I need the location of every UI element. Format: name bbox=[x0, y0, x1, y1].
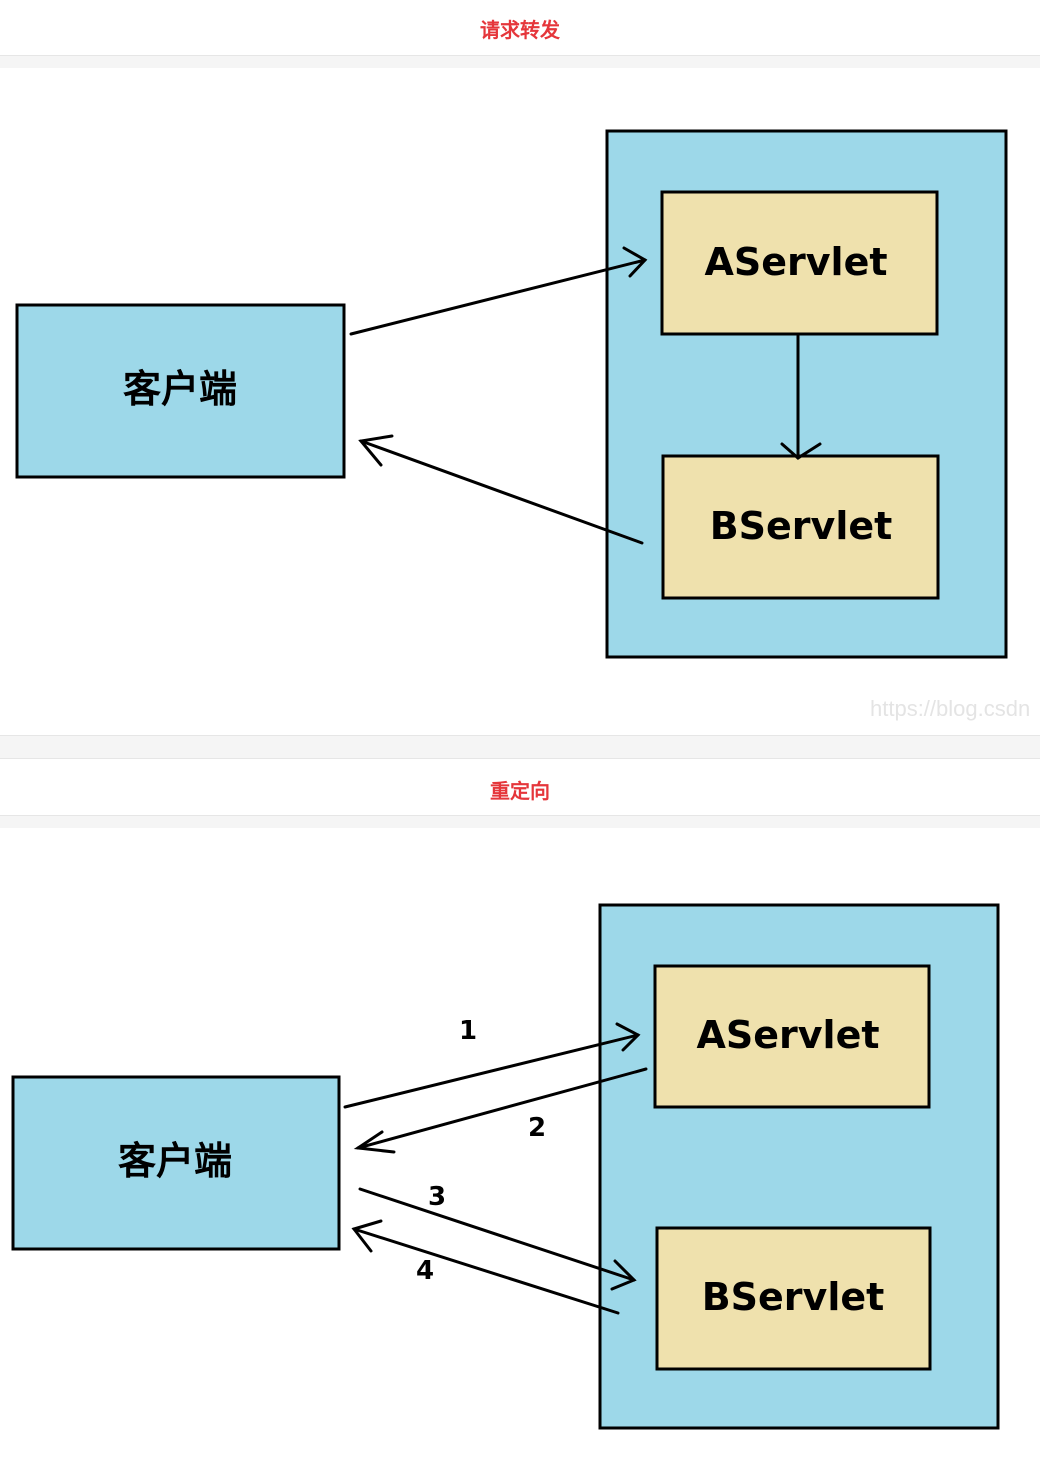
section-divider bbox=[0, 55, 1040, 68]
aservlet-label: AServlet bbox=[704, 240, 887, 284]
bservlet-label: BServlet bbox=[702, 1275, 885, 1319]
arrow-step-4 bbox=[351, 1219, 620, 1315]
redirect-diagram-svg: 客户端 AServlet BServlet 1 2 3 4 bbox=[11, 903, 1000, 1430]
section-title-forward: 请求转发 bbox=[480, 18, 560, 42]
arrow-step-1 bbox=[343, 1022, 641, 1109]
forward-diagram: 客户端 AServlet BServlet https://blog.csdn bbox=[0, 68, 1040, 735]
step-label-3: 3 bbox=[428, 1182, 446, 1212]
step-label-1: 1 bbox=[459, 1016, 477, 1046]
step-label-2: 2 bbox=[528, 1113, 546, 1143]
arrow-request bbox=[349, 246, 648, 336]
watermark: https://blog.csdn bbox=[870, 696, 1031, 721]
redirect-diagram: 客户端 AServlet BServlet 1 2 3 4 bbox=[0, 828, 1040, 1462]
forward-diagram-svg: 客户端 AServlet BServlet bbox=[15, 129, 1008, 659]
client-label: 客户端 bbox=[118, 1139, 232, 1183]
aservlet-label: AServlet bbox=[696, 1013, 879, 1057]
arrow-response bbox=[358, 434, 644, 545]
client-label: 客户端 bbox=[123, 367, 237, 411]
section-divider bbox=[0, 735, 1040, 759]
step-label-4: 4 bbox=[416, 1256, 434, 1286]
section-title-redirect: 重定向 bbox=[490, 779, 550, 803]
section-divider bbox=[0, 815, 1040, 828]
bservlet-label: BServlet bbox=[710, 504, 893, 548]
